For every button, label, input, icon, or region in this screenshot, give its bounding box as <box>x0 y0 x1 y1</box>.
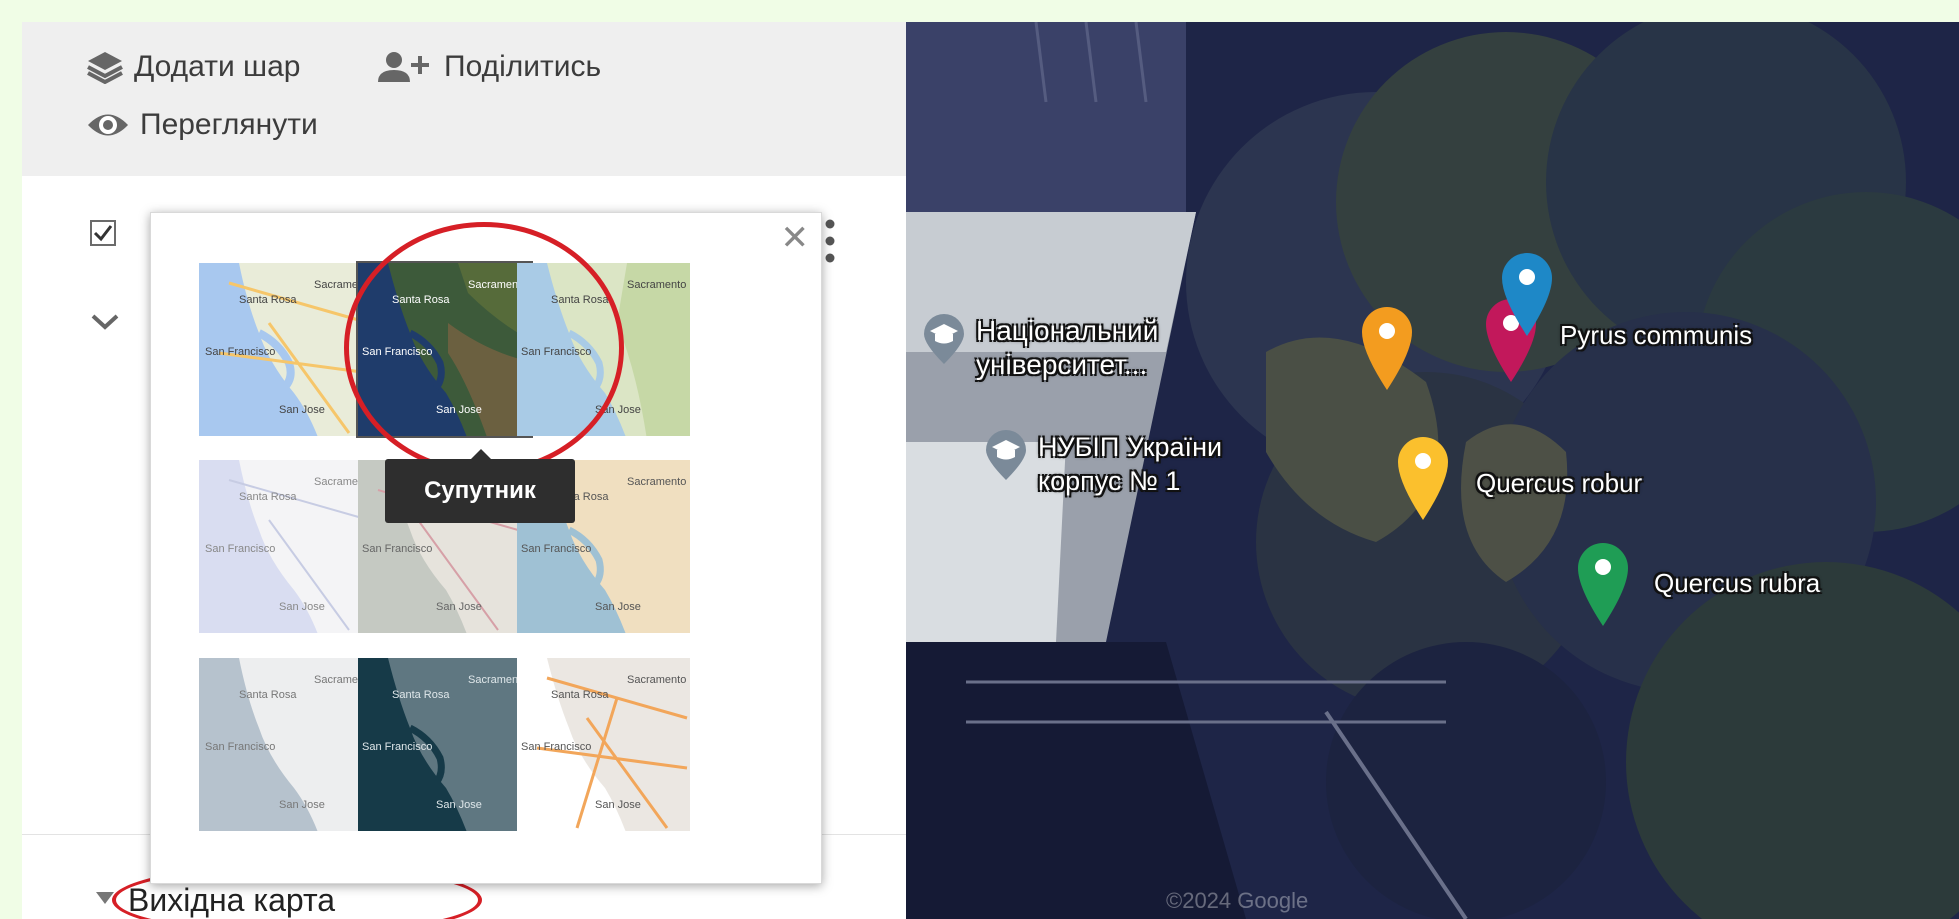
map-pin-blue[interactable] <box>1496 248 1558 343</box>
poi-nubip-label-line2: корпус № 1 <box>1038 466 1181 496</box>
basemap-thumb-light-political[interactable]: Sacramento Santa Rosa San Francisco San … <box>197 458 374 635</box>
svg-text:Sacramento: Sacramento <box>627 476 686 488</box>
svg-text:Santa Rosa: Santa Rosa <box>239 491 297 503</box>
add-person-icon <box>374 50 434 84</box>
preview-button[interactable]: Переглянути <box>86 108 318 142</box>
basemap-picker-popup: ✕ Sacramento Santa Rosa San Francisco Sa… <box>150 212 822 884</box>
map-canvas[interactable]: Національний університет... НУБІП Україн… <box>906 22 1959 919</box>
pin-label-pyrus: Pyrus communis <box>1560 320 1753 350</box>
map-pin-yellow[interactable] <box>1392 432 1454 527</box>
eye-icon <box>86 108 130 142</box>
map-pin-orange[interactable] <box>1356 302 1418 397</box>
satellite-tooltip: Супутник <box>385 449 575 523</box>
svg-text:San Jose: San Jose <box>279 404 325 416</box>
panel-toolbar: Додати шар Поділитись Переглянути <box>22 22 906 176</box>
svg-text:San Francisco: San Francisco <box>521 346 591 358</box>
basemap-thumb-light-landmass[interactable]: Sacramento Santa Rosa San Francisco San … <box>197 656 374 833</box>
chevron-down-icon[interactable] <box>90 312 120 337</box>
share-label: Поділитись <box>444 50 602 83</box>
pin-label-quercus-robur: Quercus robur <box>1476 468 1643 498</box>
more-options-icon[interactable] <box>824 218 836 269</box>
svg-text:San Jose: San Jose <box>595 799 641 811</box>
svg-text:San Francisco: San Francisco <box>521 741 591 753</box>
svg-text:Santa Rosa: Santa Rosa <box>551 294 609 306</box>
svg-text:San Francisco: San Francisco <box>362 543 432 555</box>
preview-label: Переглянути <box>140 108 318 141</box>
svg-text:San Francisco: San Francisco <box>362 346 432 358</box>
svg-text:San Francisco: San Francisco <box>362 741 432 753</box>
svg-text:San Francisco: San Francisco <box>205 543 275 555</box>
graduation-cap-icon <box>922 314 966 371</box>
poi-university[interactable]: Національний університет... <box>922 314 1236 382</box>
layers-icon <box>86 50 124 84</box>
map-pin-green[interactable] <box>1572 538 1634 633</box>
close-icon[interactable]: ✕ <box>781 221 810 255</box>
basemap-thumb-whitewater[interactable]: Sacramento Santa Rosa San Francisco San … <box>515 656 692 833</box>
layer-checkbox[interactable] <box>90 220 116 246</box>
svg-text:San Jose: San Jose <box>595 601 641 613</box>
svg-text:San Jose: San Jose <box>436 404 482 416</box>
map-copyright: ©2024 Google <box>1166 888 1309 913</box>
svg-text:San Jose: San Jose <box>436 799 482 811</box>
svg-text:San Francisco: San Francisco <box>205 346 275 358</box>
pin-label-quercus-rubra: Quercus rubra <box>1654 568 1821 598</box>
svg-text:San Jose: San Jose <box>279 601 325 613</box>
add-layer-button[interactable]: Додати шар <box>86 50 300 84</box>
add-layer-label: Додати шар <box>134 50 301 83</box>
svg-text:Santa Rosa: Santa Rosa <box>239 294 297 306</box>
svg-text:Santa Rosa: Santa Rosa <box>392 689 450 701</box>
svg-text:Santa Rosa: Santa Rosa <box>551 689 609 701</box>
svg-text:Santa Rosa: Santa Rosa <box>392 294 450 306</box>
svg-text:San Francisco: San Francisco <box>205 741 275 753</box>
poi-nubip[interactable]: НУБІП України корпус № 1 <box>984 430 1222 498</box>
basemap-thumb-map[interactable]: Sacramento Santa Rosa San Francisco San … <box>197 261 374 438</box>
check-icon <box>93 225 113 242</box>
poi-university-label: Національний університет... <box>976 315 1159 380</box>
basemap-thumb-terrain[interactable]: Sacramento Santa Rosa San Francisco San … <box>515 261 692 438</box>
svg-text:Santa Rosa: Santa Rosa <box>239 689 297 701</box>
svg-text:Sacramento: Sacramento <box>627 279 686 291</box>
basemap-thumb-dark-landmass[interactable]: Sacramento Santa Rosa San Francisco San … <box>356 656 533 833</box>
svg-text:San Jose: San Jose <box>279 799 325 811</box>
layer-panel: Додати шар Поділитись Переглянути Вихідн… <box>22 22 906 919</box>
poi-nubip-label-line1: НУБІП України <box>1038 432 1223 462</box>
svg-text:San Jose: San Jose <box>436 601 482 613</box>
share-button[interactable]: Поділитись <box>374 50 601 84</box>
svg-text:San Jose: San Jose <box>595 404 641 416</box>
svg-text:San Francisco: San Francisco <box>521 543 591 555</box>
svg-text:Sacramento: Sacramento <box>627 674 686 686</box>
basemap-thumb-satellite[interactable]: Sacramento Santa Rosa San Francisco San … <box>356 261 533 438</box>
graduation-cap-icon <box>984 430 1028 487</box>
